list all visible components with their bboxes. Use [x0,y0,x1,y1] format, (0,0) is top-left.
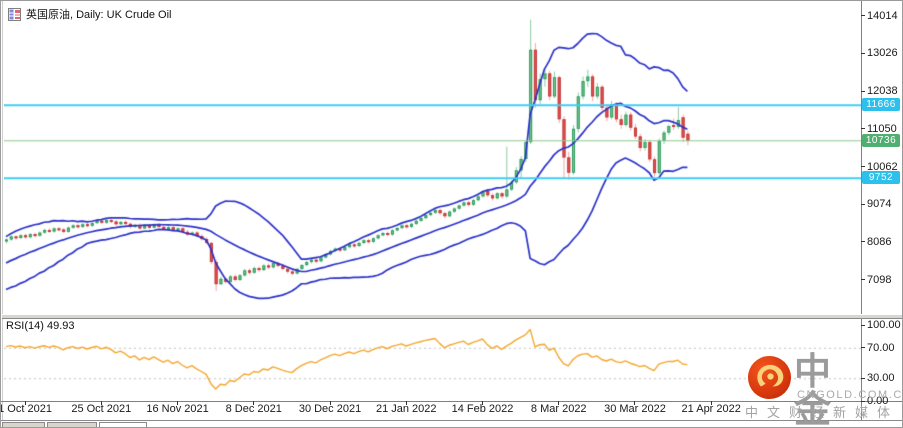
rsi-tick-mark [861,347,865,348]
price-chart-canvas[interactable] [4,4,861,401]
chart-icon [8,7,21,21]
chart-title: 英国原油, Daily: UK Crude Oil [26,9,172,21]
date-tick-label: 25 Oct 2021 [71,403,132,415]
rsi-tick-label: 70.00 [867,341,895,354]
date-tick-label: 14 Feb 2022 [451,403,514,415]
price-tick-mark [861,15,865,16]
chart-tab-2[interactable] [47,422,97,427]
price-tick-label: 14014 [867,9,898,22]
pane-splitter[interactable] [2,314,902,319]
date-tick-label: 16 Nov 2021 [146,403,209,415]
price-tick-mark [861,166,865,167]
date-tick-label: 1 Oct 2021 [0,403,52,415]
price-tick-mark [861,204,865,205]
rsi-tick-mark [861,325,865,326]
rsi-tick-label: 0.00 [867,395,889,407]
price-tick-label: 12038 [867,85,898,98]
price-badge-current-price: 10736 [862,133,900,147]
date-tick-label: 21 Apr 2022 [681,403,741,415]
chart-tabs-strip [1,420,902,427]
price-tick-label: 8086 [867,235,892,248]
price-badge-resistance[interactable]: 11666 [862,98,900,112]
rsi-tick-mark [861,401,865,402]
time-axis-line [1,401,902,402]
rsi-tick-label: 100.00 [867,319,901,331]
date-tick-label: 8 Dec 2021 [225,403,282,415]
price-axis-line [861,1,862,420]
price-tick-mark [861,241,865,242]
rsi-indicator-label: RSI(14) 49.93 [6,320,75,332]
date-tick-label: 8 Mar 2022 [530,403,587,415]
price-tick-label: 7098 [867,273,892,286]
rsi-tick-label: 30.00 [867,372,895,385]
price-badge-support[interactable]: 9752 [862,171,900,185]
date-tick-label: 21 Jan 2022 [375,403,437,415]
chart-tab-3-active[interactable] [99,422,147,427]
price-tick-mark [861,91,865,92]
price-tick-label: 9074 [867,198,892,211]
date-tick-label: 30 Mar 2022 [604,403,666,415]
price-tick-mark [861,128,865,129]
chart-tab-1[interactable] [2,422,45,427]
chart-title-row: 英国原油, Daily: UK Crude Oil [8,6,171,22]
price-tick-mark [861,279,865,280]
price-tick-label: 11050 [867,122,897,135]
price-tick-mark [861,53,865,54]
price-tick-label: 13026 [867,47,898,60]
rsi-tick-mark [861,378,865,379]
date-tick-label: 30 Dec 2021 [298,403,362,415]
chart-window: 英国原油, Daily: UK Crude Oil RSI(14) 49.93 … [0,0,903,428]
